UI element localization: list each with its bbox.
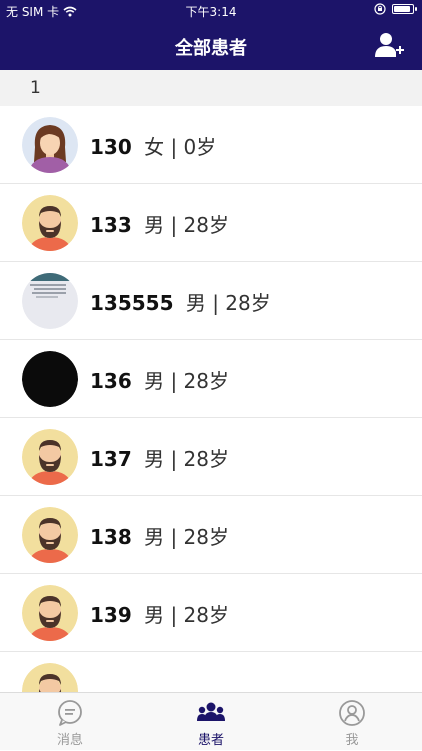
patient-info: 136 男 | 28岁 <box>90 365 229 394</box>
tab-patients-label: 患者 <box>197 733 224 748</box>
photo-avatar <box>22 273 78 329</box>
nav-bar: 全部患者 <box>0 22 422 70</box>
female-avatar <box>22 117 78 173</box>
rotation-lock-icon <box>374 3 386 15</box>
patient-number: 133 <box>90 213 132 237</box>
patient-info: 135555 男 | 28岁 <box>90 287 271 316</box>
battery-icon <box>392 4 417 14</box>
tab-bar: 消息 患者 我 <box>0 692 422 750</box>
patient-detail: 男 | 28岁 <box>144 369 230 393</box>
patient-info: 139 男 | 28岁 <box>90 599 229 628</box>
message-icon <box>58 700 82 726</box>
status-right <box>374 3 417 15</box>
patient-detail: 男 | 28岁 <box>144 525 230 549</box>
tab-me-label: 我 <box>345 733 359 748</box>
tab-messages-label: 消息 <box>56 733 83 748</box>
tab-messages[interactable]: 消息 <box>0 693 140 751</box>
male-avatar <box>22 585 78 641</box>
patients-icon <box>197 702 225 721</box>
section-header-label: 1 <box>30 78 41 98</box>
patient-number: 137 <box>90 447 132 471</box>
patient-number: 136 <box>90 369 132 393</box>
patient-detail: 男 | 28岁 <box>185 291 271 315</box>
patient-info: 137 男 | 28岁 <box>90 443 229 472</box>
patient-info: 130 女 | 0岁 <box>90 131 216 160</box>
tab-me[interactable]: 我 <box>282 693 422 751</box>
patient-row[interactable]: 137 男 | 28岁 <box>0 418 422 496</box>
black-avatar <box>22 351 78 407</box>
patient-number: 138 <box>90 525 132 549</box>
status-bar: 无 SIM 卡 下午3:14 <box>0 0 422 22</box>
add-user-icon <box>375 33 404 57</box>
patient-list: 130 女 | 0岁 133 男 | 28岁 135555 男 | 28岁 13… <box>0 106 422 692</box>
page-title: 全部患者 <box>175 38 247 59</box>
male-avatar <box>22 195 78 251</box>
tab-patients[interactable]: 患者 <box>141 693 281 751</box>
patient-row[interactable]: 136 男 | 28岁 <box>0 340 422 418</box>
patient-row[interactable]: 135555 男 | 28岁 <box>0 262 422 340</box>
battery-fill <box>394 6 411 12</box>
patient-row[interactable]: 138 男 | 28岁 <box>0 496 422 574</box>
male-avatar <box>22 663 78 692</box>
patient-number: 130 <box>90 135 132 159</box>
patient-row-partial[interactable] <box>0 652 422 692</box>
patient-detail: 男 | 28岁 <box>144 603 230 627</box>
patient-row[interactable]: 133 男 | 28岁 <box>0 184 422 262</box>
patient-row[interactable]: 139 男 | 28岁 <box>0 574 422 652</box>
patient-number: 139 <box>90 603 132 627</box>
add-patient-button[interactable] <box>374 30 406 62</box>
profile-icon <box>339 700 365 726</box>
male-avatar <box>22 507 78 563</box>
patient-info: 133 男 | 28岁 <box>90 209 229 238</box>
patient-row[interactable]: 130 女 | 0岁 <box>0 106 422 184</box>
section-header: 1 <box>0 70 422 106</box>
male-avatar <box>22 429 78 485</box>
patient-detail: 男 | 28岁 <box>144 213 230 237</box>
status-time: 下午3:14 <box>185 5 237 19</box>
patient-detail: 女 | 0岁 <box>144 135 217 159</box>
patient-detail: 男 | 28岁 <box>144 447 230 471</box>
patient-info: 138 男 | 28岁 <box>90 521 229 550</box>
patient-number: 135555 <box>90 291 174 315</box>
